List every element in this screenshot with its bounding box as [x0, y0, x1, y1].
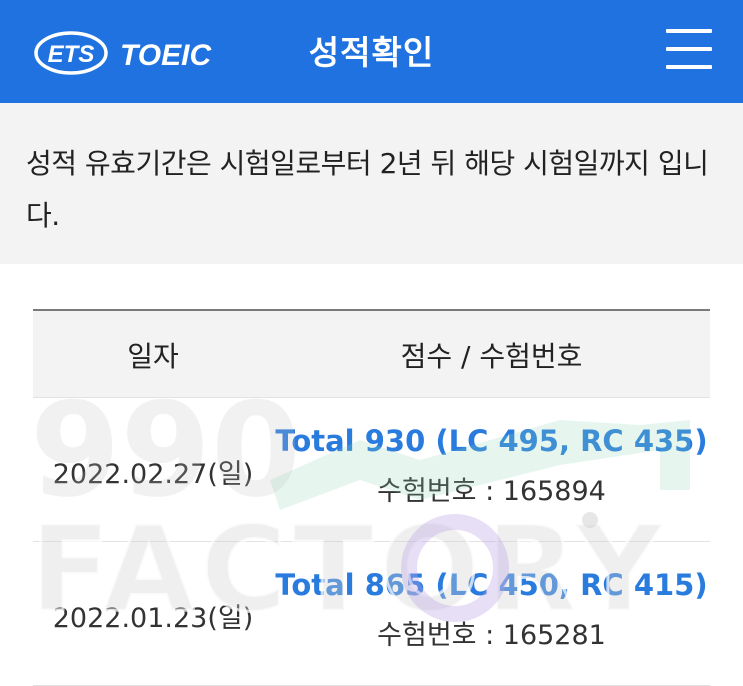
table-row: 2022.02.27(일) Total 930 (LC 495, RC 435)… [33, 398, 710, 542]
score-link[interactable]: Total 930 (LC 495, RC 435) [273, 424, 710, 458]
menu-bar-top [666, 29, 712, 33]
menu-bar-middle [666, 47, 712, 51]
table-row: 2022.01.23(일) Total 865 (LC 450, RC 415)… [33, 542, 710, 686]
row-date: 2022.01.23(일) [52, 603, 254, 634]
header-score: 점수 / 수험번호 [400, 340, 583, 373]
registration-number: 수험번호 : 165894 [377, 476, 606, 507]
score-link[interactable]: Total 865 (LC 450, RC 415) [273, 568, 710, 602]
page-title: 성적확인 [308, 33, 435, 72]
table-header: 일자 점수 / 수험번호 [33, 309, 710, 398]
notice-text: 성적 유효기간은 시험일로부터 2년 뒤 해당 시험일까지 입니다. [26, 147, 709, 232]
menu-bar-bottom [666, 65, 712, 69]
row-score-cell: Total 865 (LC 450, RC 415) 수험번호 : 165281 [273, 568, 710, 652]
notice-box: 성적 유효기간은 시험일로부터 2년 뒤 해당 시험일까지 입니다. [0, 103, 743, 264]
row-date: 2022.02.27(일) [52, 459, 254, 490]
row-score-cell: Total 930 (LC 495, RC 435) 수험번호 : 165894 [273, 424, 710, 508]
hamburger-menu-icon[interactable] [666, 29, 712, 71]
score-table: 일자 점수 / 수험번호 2022.02.27(일) Total 930 (LC… [33, 309, 710, 686]
app-header: ETS TOEIC 성적확인 [0, 0, 743, 103]
registration-number: 수험번호 : 165281 [377, 620, 606, 651]
header-date: 일자 [127, 340, 179, 373]
